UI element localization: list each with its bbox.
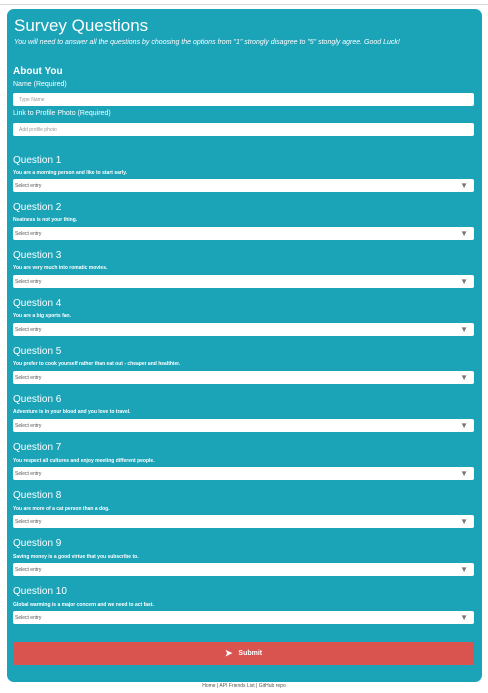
question-3-value: Select entry	[15, 278, 42, 285]
question-9-value: Select entry	[15, 566, 42, 573]
question-4-title: Question 4	[13, 298, 62, 309]
question-8-select[interactable]: Select entry ▼	[13, 515, 474, 528]
dropdown-caret-icon: ▼	[460, 564, 468, 574]
question-1-text: You are a morning person and like to sta…	[13, 170, 128, 176]
question-7-value: Select entry	[15, 470, 42, 477]
submit-label: Submit	[238, 650, 263, 657]
about-heading: About You	[13, 66, 63, 77]
question-9-title: Question 9	[13, 538, 62, 549]
question-8-title: Question 8	[13, 490, 62, 501]
question-8-value: Select entry	[15, 518, 42, 525]
question-1-select[interactable]: Select entry ▼	[13, 179, 474, 192]
photo-label: Link to Profile Photo (Required)	[13, 110, 111, 117]
question-3-text: You are very much into romatic movies.	[13, 265, 108, 271]
question-7-title: Question 7	[13, 442, 62, 453]
footer-links: Home | API Friends List | GitHub repo	[0, 683, 488, 689]
question-9-text: Saving money is a good virtue that you s…	[13, 554, 139, 560]
question-5-value: Select entry	[15, 374, 42, 381]
question-6-text: Adventure is in your blood and you love …	[13, 409, 131, 415]
question-6-title: Question 6	[13, 394, 62, 405]
submit-button[interactable]: ➤ Submit	[13, 642, 474, 665]
photo-input[interactable]	[13, 123, 474, 136]
question-6-value: Select entry	[15, 422, 42, 429]
question-1-value: Select entry	[15, 182, 42, 189]
question-2-select[interactable]: Select entry ▼	[13, 227, 474, 240]
dropdown-caret-icon: ▼	[460, 612, 468, 622]
question-5-title: Question 5	[13, 346, 62, 357]
question-5-select[interactable]: Select entry ▼	[13, 371, 474, 384]
question-10-value: Select entry	[15, 614, 42, 621]
question-7-select[interactable]: Select entry ▼	[13, 467, 474, 480]
name-label: Name (Required)	[13, 81, 67, 88]
question-6-select[interactable]: Select entry ▼	[13, 419, 474, 432]
question-4-select[interactable]: Select entry ▼	[13, 323, 474, 336]
question-4-text: You are a big sports fan.	[13, 313, 71, 319]
question-10-text: Global warming is a major concern and we…	[13, 602, 154, 608]
question-3-title: Question 3	[13, 250, 62, 261]
name-input[interactable]	[13, 93, 474, 106]
page-title: Survey Questions	[14, 16, 149, 35]
survey-panel: Survey Questions You will need to answer…	[7, 9, 482, 682]
question-9-select[interactable]: Select entry ▼	[13, 563, 474, 576]
dropdown-caret-icon: ▼	[460, 516, 468, 526]
question-2-text: Neatness is not your thing.	[13, 217, 78, 223]
question-7-text: You respect all cultures and enjoy meeti…	[13, 458, 155, 464]
question-8-text: You are more of a cat person than a dog.	[13, 506, 110, 512]
footer-home-link[interactable]: Home	[202, 683, 215, 689]
question-2-value: Select entry	[15, 230, 42, 237]
dropdown-caret-icon: ▼	[460, 468, 468, 478]
dropdown-caret-icon: ▼	[460, 420, 468, 430]
question-2-title: Question 2	[13, 202, 62, 213]
question-4-value: Select entry	[15, 326, 42, 333]
paper-plane-icon: ➤	[224, 648, 233, 658]
question-10-title: Question 10	[13, 586, 67, 597]
question-1-title: Question 1	[13, 155, 62, 166]
page-subtitle: You will need to answer all the question…	[14, 39, 400, 46]
dropdown-caret-icon: ▼	[460, 372, 468, 382]
footer-github-link[interactable]: GitHub repo	[259, 683, 286, 689]
dropdown-caret-icon: ▼	[460, 228, 468, 238]
footer-friends-link[interactable]: API Friends List	[219, 683, 254, 689]
question-10-select[interactable]: Select entry ▼	[13, 611, 474, 624]
question-5-text: You prefer to cook yourself rather than …	[13, 361, 181, 367]
top-divider	[0, 4, 488, 5]
dropdown-caret-icon: ▼	[460, 180, 468, 190]
dropdown-caret-icon: ▼	[460, 324, 468, 334]
dropdown-caret-icon: ▼	[460, 276, 468, 286]
question-3-select[interactable]: Select entry ▼	[13, 275, 474, 288]
